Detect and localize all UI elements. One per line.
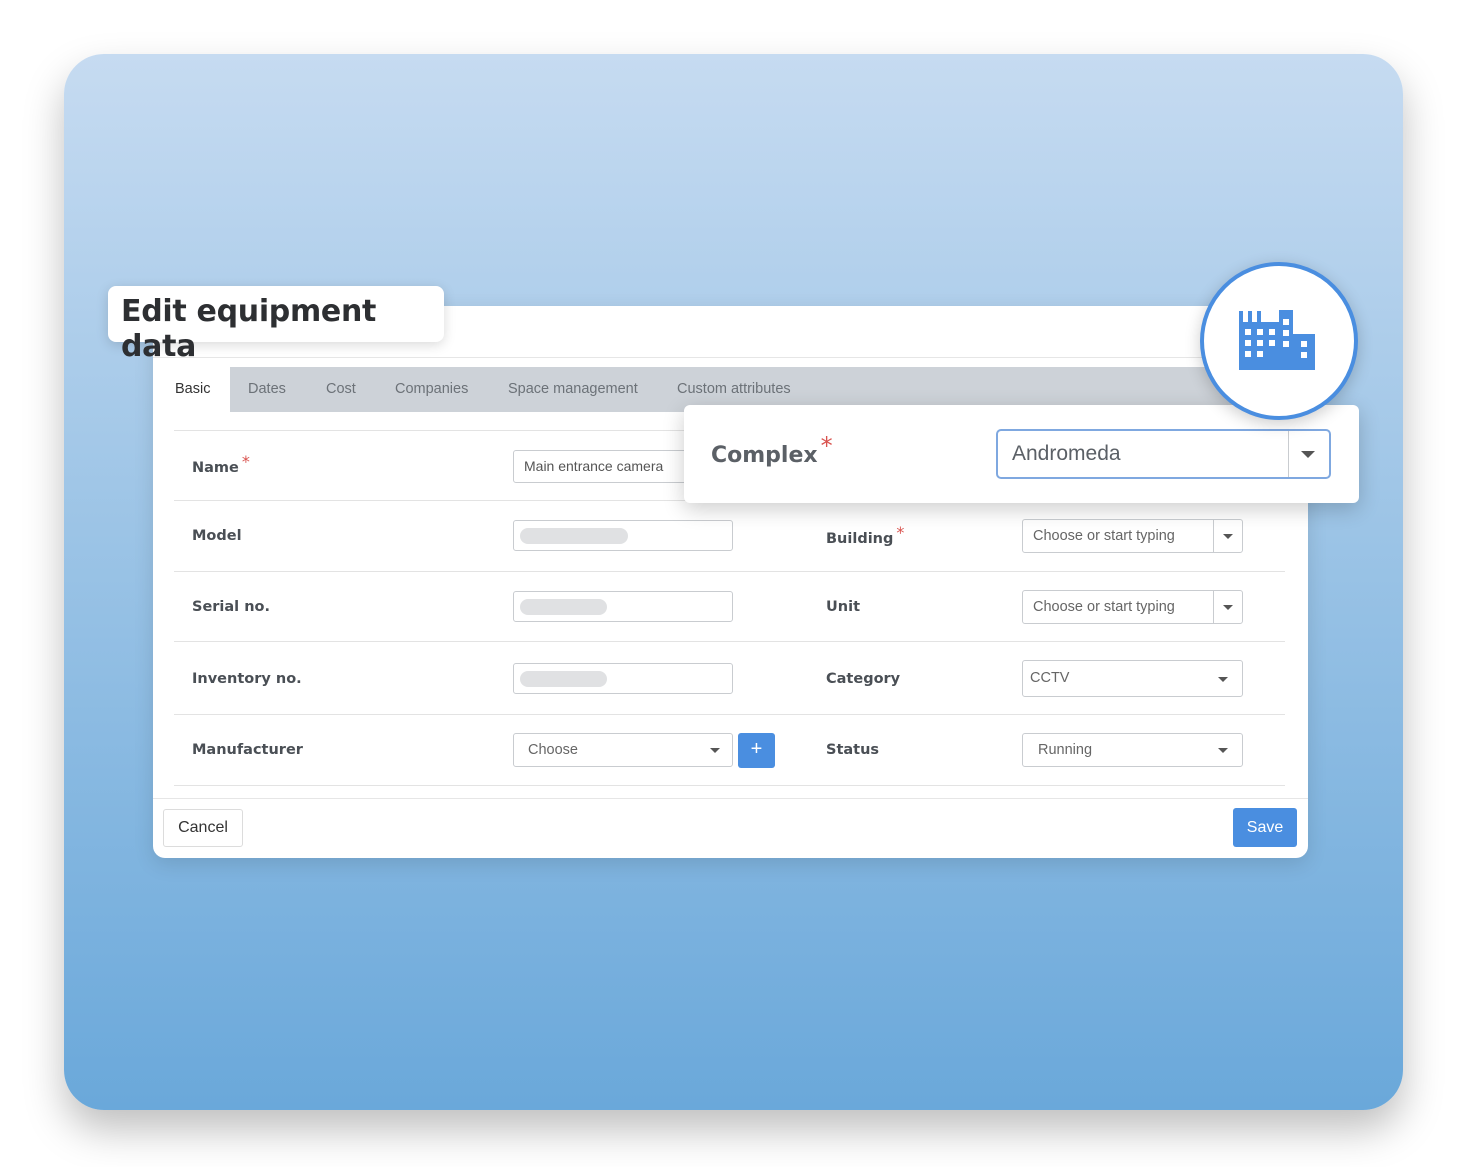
complex-value: Andromeda [1012,442,1121,465]
manufacturer-label: Manufacturer [192,742,303,758]
serial-label: Serial no. [192,599,270,615]
select-divider [1213,520,1214,552]
caret-down-icon [1218,677,1228,682]
category-select[interactable]: CCTV [1022,660,1243,697]
tab-cost[interactable]: Cost [306,367,376,412]
name-input[interactable]: Main entrance camera [513,450,713,483]
cancel-button[interactable]: Cancel [163,809,243,847]
building-label-text: Building [826,531,894,547]
building-select[interactable]: Choose or start typing [1022,519,1243,553]
complex-callout: Complex * Andromeda [684,405,1359,503]
status-value: Running [1038,742,1093,758]
tab-dates[interactable]: Dates [228,367,306,412]
row-divider [174,571,1285,572]
caret-down-icon [710,748,720,753]
category-value: CCTV [1030,670,1070,686]
unit-select[interactable]: Choose or start typing [1022,590,1243,624]
caret-down-icon[interactable] [1223,534,1233,539]
save-button[interactable]: Save [1233,808,1297,847]
tab-basic[interactable]: Basic [155,367,231,412]
unit-placeholder: Choose or start typing [1033,599,1175,615]
value-placeholder-bar [520,528,628,544]
title-callout: Edit equipment data [108,286,444,364]
manufacturer-value: Choose [528,742,578,758]
inventory-input[interactable] [513,663,733,694]
add-manufacturer-button[interactable]: + [738,733,775,768]
model-input[interactable] [513,520,733,551]
serial-input[interactable] [513,591,733,622]
inventory-label: Inventory no. [192,671,302,687]
caret-down-icon[interactable] [1301,451,1315,458]
name-label-text: Name [192,460,239,476]
building-icon-badge [1200,262,1358,420]
value-placeholder-bar [520,599,607,615]
status-select[interactable]: Running [1022,733,1243,767]
complex-label: Complex * [711,432,833,468]
complex-label-text: Complex [711,443,818,468]
footer-divider [153,798,1308,799]
building-icon [1239,310,1315,370]
edit-equipment-dialog: Basic Dates Cost Companies Space managem… [153,306,1308,858]
row-divider [174,785,1285,786]
caret-down-icon [1218,748,1228,753]
page-title: Edit equipment data [121,294,377,364]
value-placeholder-bar [520,671,607,687]
row-divider [174,641,1285,642]
select-divider [1288,431,1289,477]
required-mark: * [241,452,250,471]
complex-select[interactable]: Andromeda [996,429,1331,479]
caret-down-icon[interactable] [1223,605,1233,610]
unit-label: Unit [826,599,860,615]
required-mark: * [820,432,833,460]
tab-companies[interactable]: Companies [375,367,488,412]
row-divider [174,714,1285,715]
status-label: Status [826,742,880,758]
tab-space-management[interactable]: Space management [488,367,658,412]
required-mark: * [896,523,905,542]
name-label: Name * [192,452,250,476]
category-label: Category [826,671,901,687]
building-placeholder: Choose or start typing [1033,528,1175,544]
manufacturer-select[interactable]: Choose [513,733,733,767]
select-divider [1213,591,1214,623]
building-label: Building * [826,523,904,547]
model-label: Model [192,528,242,544]
